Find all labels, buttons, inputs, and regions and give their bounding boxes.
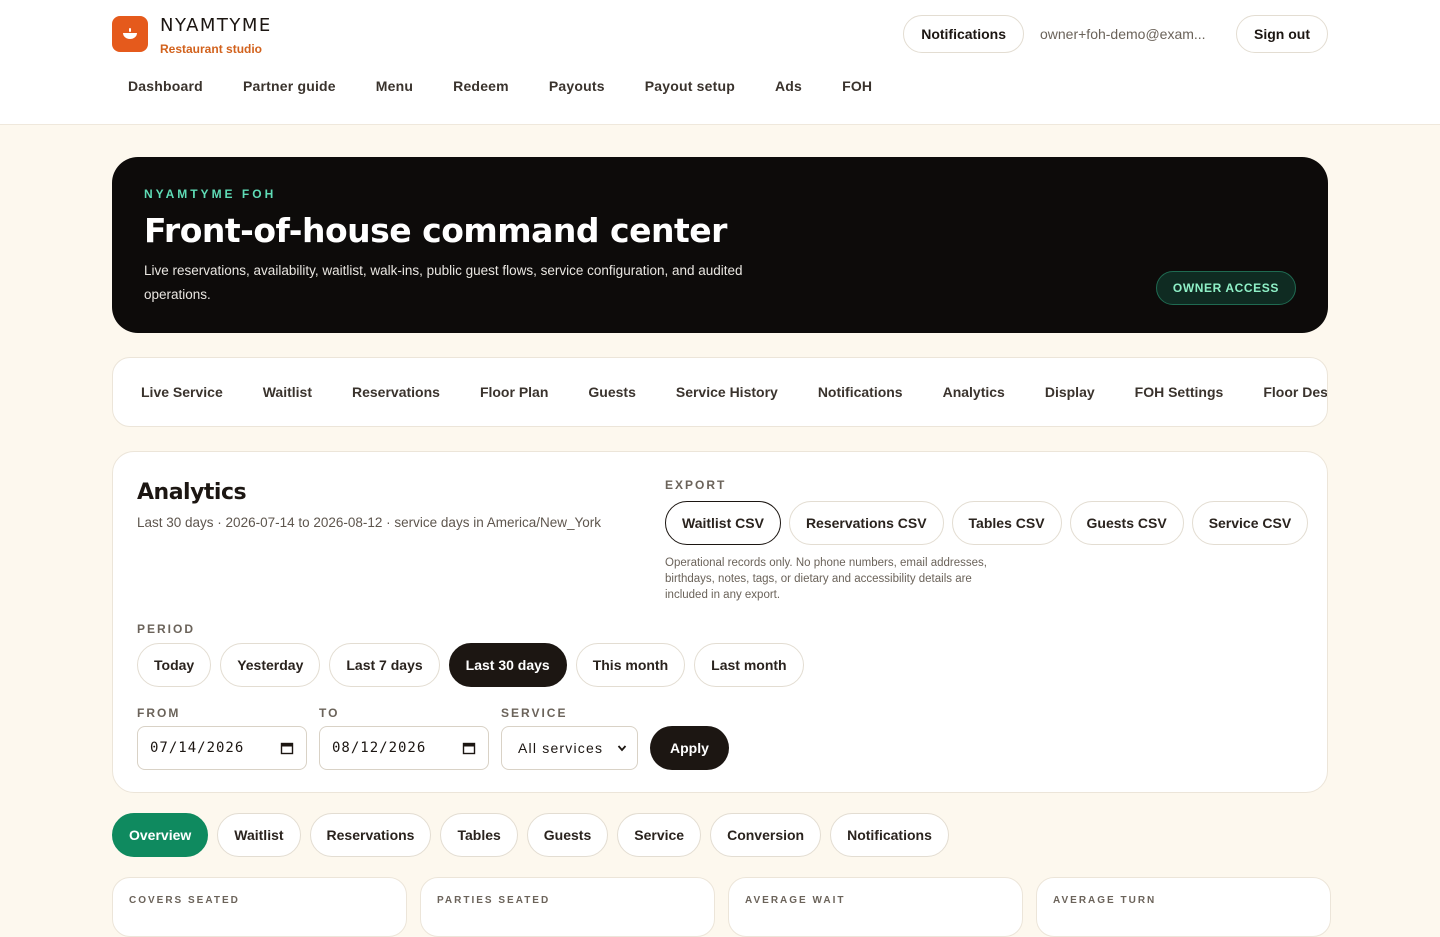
subtab-notifications[interactable]: Notifications [830, 813, 949, 857]
period-this-month-button[interactable]: This month [575, 643, 686, 687]
nav-payout-setup[interactable]: Payout setup [645, 78, 735, 94]
calendar-icon[interactable] [462, 741, 476, 755]
subtab-reservations[interactable]: Reservations [309, 813, 432, 857]
stat-card-average-turn: AVERAGE TURN [1036, 877, 1331, 937]
analytics-sub-tabs: Overview Waitlist Reservations Tables Gu… [112, 813, 949, 857]
export-note: Operational records only. No phone numbe… [665, 557, 987, 601]
brand-subtitle: Restaurant studio [160, 42, 263, 56]
bowl-icon [112, 16, 148, 52]
hero-description: Live reservations, availability, waitlis… [144, 263, 743, 302]
tab-foh-settings[interactable]: FOH Settings [1135, 384, 1224, 400]
from-date-input[interactable]: 07/14/2026 [137, 726, 307, 770]
period-label: PERIOD [137, 622, 196, 636]
top-header: NYAMTYME Restaurant studio Notifications… [0, 0, 1440, 125]
subtab-guests[interactable]: Guests [526, 813, 609, 857]
subtab-conversion[interactable]: Conversion [710, 813, 822, 857]
nav-dashboard[interactable]: Dashboard [128, 78, 203, 94]
from-label: FROM [137, 706, 181, 720]
owner-access-badge: OWNER ACCESS [1155, 271, 1296, 305]
tab-floor-designer[interactable]: Floor Designer [1263, 384, 1327, 400]
nav-payouts[interactable]: Payouts [549, 78, 605, 94]
stat-cards: COVERS SEATED PARTIES SEATED AVERAGE WAI… [112, 877, 1331, 937]
export-guests-csv-button[interactable]: Guests CSV [1069, 501, 1184, 545]
to-date-input[interactable]: 08/12/2026 [319, 726, 489, 770]
stat-label: AVERAGE WAIT [745, 895, 846, 906]
service-select[interactable]: All services [501, 726, 638, 770]
to-label: TO [319, 706, 340, 720]
to-date-value: 08/12/2026 [332, 740, 427, 756]
tab-live-service[interactable]: Live Service [141, 384, 223, 400]
analytics-card: Analytics Last 30 days · 2026-07-14 to 2… [112, 451, 1328, 793]
period-section: PERIOD Today Yesterday Last 7 days Last … [137, 622, 804, 687]
calendar-icon[interactable] [280, 741, 294, 755]
from-date-value: 07/14/2026 [150, 740, 245, 756]
stat-label: COVERS SEATED [129, 895, 240, 906]
stat-card-average-wait: AVERAGE WAIT [728, 877, 1023, 937]
tab-guests[interactable]: Guests [588, 384, 635, 400]
period-today-button[interactable]: Today [137, 643, 212, 687]
brand[interactable]: NYAMTYME Restaurant studio [112, 16, 272, 56]
export-service-csv-button[interactable]: Service CSV [1191, 501, 1309, 545]
export-section: EXPORT Waitlist CSV Reservations CSV Tab… [665, 478, 1309, 603]
tab-display[interactable]: Display [1045, 384, 1095, 400]
tab-waitlist[interactable]: Waitlist [263, 384, 312, 400]
notifications-button[interactable]: Notifications [903, 15, 1024, 53]
service-select-value: All services [518, 740, 604, 756]
export-waitlist-csv-button[interactable]: Waitlist CSV [665, 501, 781, 545]
nav-foh[interactable]: FOH [842, 78, 872, 94]
tab-service-history[interactable]: Service History [676, 384, 778, 400]
page-title: Front-of-house command center [144, 211, 727, 250]
stat-card-parties-seated: PARTIES SEATED [420, 877, 715, 937]
service-label: SERVICE [501, 706, 568, 720]
hero-banner: NYAMTYME FOH Front-of-house command cent… [112, 157, 1328, 333]
export-tables-csv-button[interactable]: Tables CSV [951, 501, 1062, 545]
subtab-waitlist[interactable]: Waitlist [217, 813, 301, 857]
tab-analytics[interactable]: Analytics [943, 384, 1005, 400]
main-nav: Dashboard Partner guide Menu Redeem Payo… [128, 78, 872, 94]
export-label: EXPORT [665, 478, 727, 492]
export-reservations-csv-button[interactable]: Reservations CSV [788, 501, 944, 545]
foh-tab-bar: Live Service Waitlist Reservations Floor… [112, 357, 1328, 427]
nav-redeem[interactable]: Redeem [453, 78, 509, 94]
period-last-month-button[interactable]: Last month [694, 643, 804, 687]
stat-label: PARTIES SEATED [437, 895, 551, 906]
stat-label: AVERAGE TURN [1053, 895, 1157, 906]
period-last-7-days-button[interactable]: Last 7 days [329, 643, 440, 687]
analytics-subtitle: Last 30 days · 2026-07-14 to 2026-08-12 … [137, 515, 602, 530]
nav-ads[interactable]: Ads [775, 78, 802, 94]
period-last-30-days-button[interactable]: Last 30 days [448, 643, 567, 687]
analytics-title: Analytics [137, 480, 247, 505]
tab-floor-plan[interactable]: Floor Plan [480, 384, 548, 400]
nav-menu[interactable]: Menu [376, 78, 413, 94]
tab-reservations[interactable]: Reservations [352, 384, 440, 400]
sign-out-button[interactable]: Sign out [1236, 15, 1328, 53]
hero-eyebrow: NYAMTYME FOH [144, 187, 277, 201]
subtab-tables[interactable]: Tables [440, 813, 518, 857]
date-filters: FROM 07/14/2026 TO 08/12/2026 SERVICE Al… [137, 706, 729, 770]
brand-name: NYAMTYME [160, 15, 272, 36]
tab-notifications[interactable]: Notifications [818, 384, 903, 400]
apply-button[interactable]: Apply [650, 726, 729, 770]
stat-card-covers-seated: COVERS SEATED [112, 877, 407, 937]
subtab-service[interactable]: Service [617, 813, 702, 857]
user-email: owner+foh-demo@exam... [1040, 26, 1206, 42]
period-yesterday-button[interactable]: Yesterday [220, 643, 321, 687]
chevron-down-icon [617, 745, 627, 752]
subtab-overview[interactable]: Overview [112, 813, 209, 857]
nav-partner-guide[interactable]: Partner guide [243, 78, 336, 94]
